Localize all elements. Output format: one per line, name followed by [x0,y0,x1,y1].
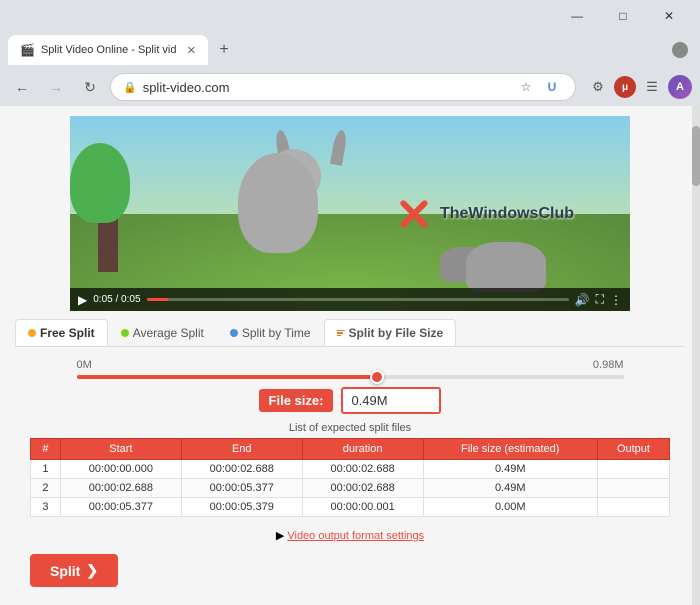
slider-min-label: 0M [77,359,92,371]
star-icon[interactable]: ☆ [515,76,537,98]
new-tab-button[interactable]: + [212,38,236,62]
col-start: Start [60,439,181,460]
split-time-label: Split by Time [242,326,311,340]
col-output: Output [597,439,669,460]
progress-bar-fill [147,298,168,301]
average-split-label: Average Split [133,326,204,340]
video-player: TheWindowsClub ▶ 0:05 / 0:05 🔊 ⛶ ⋮ [70,116,630,311]
file-size-input[interactable] [341,387,441,414]
fullscreen-icon[interactable]: ⛶ [596,292,604,307]
filesize-icon [337,330,345,337]
scrollbar-thumb[interactable] [692,126,700,186]
table-cell [597,479,669,498]
table-cell: 0.49M [423,460,597,479]
back-button[interactable]: ← [8,73,36,101]
slider-fill [77,375,378,379]
extension-u-icon[interactable]: U [541,76,563,98]
forward-button[interactable]: → [42,73,70,101]
video-output-icon: ▶ [276,530,288,542]
file-size-label: File size: [259,389,334,412]
file-size-row: File size: [259,387,442,414]
reload-button[interactable]: ↻ [76,73,104,101]
tab-favicon: 🎬 [20,43,35,57]
split-button-row: Split ❯ [15,546,685,595]
slider-thumb[interactable] [370,370,384,384]
video-output-format-link[interactable]: Video output format settings [287,530,424,542]
table-cell: 00:00:05.377 [60,498,181,517]
volume-icon[interactable]: 🔊 [575,293,590,307]
table-row: 300:00:05.37700:00:05.37900:00:00.0010.0… [31,498,670,517]
split-tabs: Free Split Average Split Split by Time S… [15,311,685,347]
table-cell: 00:00:00.000 [60,460,181,479]
col-filesize: File size (estimated) [423,439,597,460]
slider-section: 0M 0.98M File size: [15,347,685,422]
slider-track[interactable] [77,375,624,379]
split-table: # Start End duration File size (estimate… [30,438,670,517]
table-header-row: # Start End duration File size (estimate… [31,439,670,460]
table-cell: 1 [31,460,61,479]
play-button[interactable]: ▶ [78,293,87,307]
split-button-arrow: ❯ [86,562,98,579]
split-button[interactable]: Split ❯ [30,554,118,587]
maximize-button[interactable]: □ [600,2,646,30]
lock-icon: 🔒 [123,81,137,94]
scrollbar[interactable] [692,106,700,605]
slider-labels: 0M 0.98M [77,359,624,371]
table-cell: 00:00:02.688 [302,479,423,498]
tab-title: Split Video Online - Split video i... [41,44,177,56]
free-split-dot [28,329,36,337]
browser-tab[interactable]: 🎬 Split Video Online - Split video i... … [8,35,208,65]
slider-max-label: 0.98M [593,359,624,371]
close-button[interactable]: ✕ [646,2,692,30]
table-row: 100:00:00.00000:00:02.68800:00:02.6880.4… [31,460,670,479]
table-cell: 00:00:02.688 [302,460,423,479]
address-bar[interactable]: 🔒 split-video.com ☆ U [110,73,576,101]
split-time-dot [230,329,238,337]
col-duration: duration [302,439,423,460]
tab-close-button[interactable]: ✕ [187,44,196,57]
table-cell: 3 [31,498,61,517]
url-text: split-video.com [143,80,509,95]
table-section: List of expected split files # Start End… [15,422,685,525]
table-cell [597,460,669,479]
browser-settings-icon [672,42,688,58]
table-title: List of expected split files [30,422,670,434]
table-cell: 00:00:02.688 [181,460,302,479]
profile-icon[interactable]: A [668,75,692,99]
tab-average-split[interactable]: Average Split [108,319,217,346]
table-cell: 00:00:05.377 [181,479,302,498]
table-cell: 00:00:05.379 [181,498,302,517]
bookmark-icon[interactable]: ☰ [640,75,664,99]
ublock-icon: μ [614,76,636,98]
video-controls: ▶ 0:05 / 0:05 🔊 ⛶ ⋮ [70,288,630,311]
time-display: 0:05 / 0:05 [93,294,140,305]
extensions-icon[interactable]: ⚙ [586,75,610,99]
slider-container: 0M 0.98M [67,359,634,379]
table-cell: 0.49M [423,479,597,498]
split-filesize-label: Split by File Size [349,326,444,340]
split-button-label: Split [50,563,80,579]
free-split-label: Free Split [40,326,95,340]
table-cell [597,498,669,517]
col-number: # [31,439,61,460]
tab-split-by-time[interactable]: Split by Time [217,319,324,346]
average-split-dot [121,329,129,337]
tab-split-by-filesize[interactable]: Split by File Size [324,319,457,346]
minimize-button[interactable]: — [554,2,600,30]
table-cell: 0.00M [423,498,597,517]
table-cell: 00:00:00.001 [302,498,423,517]
table-cell: 2 [31,479,61,498]
video-output-link: ▶ Video output format settings [15,525,685,546]
more-options-icon[interactable]: ⋮ [610,293,622,307]
tab-free-split[interactable]: Free Split [15,319,108,346]
progress-bar[interactable] [147,298,569,301]
table-row: 200:00:02.68800:00:05.37700:00:02.6880.4… [31,479,670,498]
table-cell: 00:00:02.688 [60,479,181,498]
col-end: End [181,439,302,460]
